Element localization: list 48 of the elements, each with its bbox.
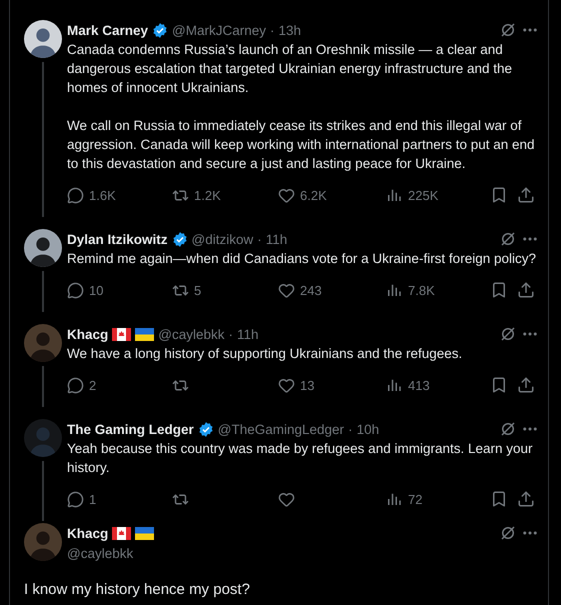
separator-dot: · (257, 232, 262, 246)
repost-button[interactable]: 1.2K (172, 186, 221, 204)
post-text: Remind me again—when did Canadians vote for a Ukraine-first foreign policy? (67, 250, 537, 268)
views-button[interactable]: 7.8K (385, 281, 435, 299)
author-name[interactable]: Mark Carney (67, 22, 148, 38)
author-handle[interactable]: @ditzikow (192, 232, 254, 246)
reply-icon (67, 376, 84, 394)
post-text: We call on Russia to immediately cease its strikes and end this illegal war of aggression. Canada will keep working with international partners to put an end to this devastation and secure a just and lasting peace for Ukraine. (67, 117, 536, 173)
reply-icon (67, 490, 84, 508)
repost-button[interactable]: 5 (172, 282, 202, 298)
author-name[interactable]: The Gaming Ledger (67, 422, 194, 436)
reply-icon (67, 282, 84, 298)
like-icon (278, 376, 295, 394)
reply-button[interactable]: 2 (67, 376, 96, 394)
author-handle[interactable]: @caylebkk (158, 326, 224, 342)
post-text: I know my history hence my post? (24, 581, 251, 598)
avatar[interactable] (24, 20, 62, 58)
views-button[interactable]: 225K (385, 186, 438, 204)
post-time[interactable]: 10h (356, 422, 380, 436)
post-time[interactable]: 11h (237, 326, 259, 342)
separator-dot: · (270, 22, 275, 38)
like-icon (278, 186, 295, 204)
reply-icon (67, 186, 84, 204)
post-text: Yeah because this country was made by refugees and immigrants. Learn your history. (67, 440, 534, 477)
post-text: Canada condemns Russia’s launch of an Oreshnik missile — a clear and dangerous escalation that targeted Ukrainian energy infrastructure and the homes of innocent Ukrainians. (67, 41, 514, 97)
views-button[interactable]: 72 (385, 490, 422, 508)
avatar[interactable] (24, 229, 62, 267)
like-icon (278, 490, 295, 508)
reply-button[interactable]: 1 (67, 490, 96, 508)
post-text: We have a long history of supporting Ukrainians and the refugees. (67, 345, 464, 363)
author-handle[interactable]: @MarkJCarney (172, 22, 266, 38)
author-name[interactable]: Khacg (67, 526, 108, 540)
like-button[interactable] (278, 490, 295, 508)
like-button[interactable]: 13 (278, 376, 314, 394)
reply-button[interactable]: 1.6K (67, 186, 116, 204)
post-time[interactable]: 13h (278, 22, 302, 38)
author-handle[interactable]: @caylebkk (67, 546, 134, 560)
post-time[interactable]: 11h (266, 232, 288, 246)
separator-dot: · (228, 326, 233, 342)
author-name[interactable]: Khacg (67, 326, 108, 342)
author-name[interactable]: Dylan Itzikowitz (67, 232, 168, 246)
like-button[interactable]: 243 (278, 282, 322, 298)
author-handle[interactable]: @TheGamingLedger (218, 422, 344, 436)
views-button[interactable]: 413 (385, 376, 430, 394)
reply-button[interactable]: 10 (67, 282, 104, 298)
like-button[interactable]: 6.2K (278, 186, 327, 204)
like-icon (278, 282, 295, 298)
separator-dot: · (348, 422, 353, 436)
